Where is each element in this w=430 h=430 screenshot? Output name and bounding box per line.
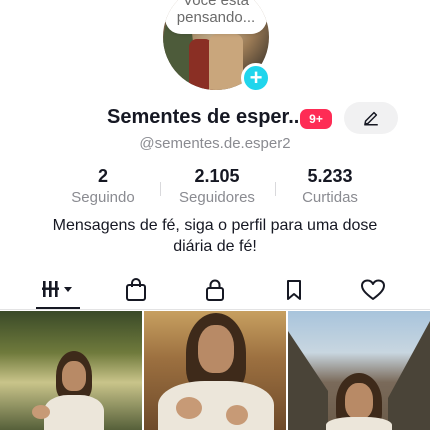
video-thumbnail-2[interactable] [144,311,286,430]
figure-robe [326,417,392,430]
stat-followers[interactable]: 2.105 Seguidores [172,166,262,206]
add-story-plus-icon[interactable]: + [241,63,271,93]
video-thumbnail-3[interactable] [288,311,430,430]
video-thumbnail-1[interactable] [0,311,142,430]
figure-hand [32,405,50,419]
stat-following[interactable]: 2 Seguindo [64,166,142,206]
figure-face [62,361,86,391]
figure-hand [176,397,202,419]
following-count: 2 [97,166,108,186]
figure-face [345,383,373,419]
figure-face [198,325,234,373]
avatar-thought-bubble: Você está pensando... [165,0,267,34]
figure-hand [226,405,248,425]
following-label: Seguindo [71,189,135,206]
profile-name: Sementes de esper... [107,106,305,128]
edit-profile-button[interactable] [344,102,398,134]
figure-robe [44,395,104,430]
profile-tabs [0,270,430,310]
likes-count: 5.233 [307,166,353,186]
stat-divider [160,182,161,196]
followers-label: Seguidores [179,189,255,206]
thought-line-2: pensando... [176,9,256,26]
tab-private[interactable] [195,275,235,305]
tab-saved[interactable] [274,275,314,305]
notification-badge[interactable]: 9+ [300,109,332,129]
video-grid [0,311,430,430]
heart-icon [361,279,385,300]
bio-line-1: Mensagens de fé, siga o perfil para uma … [52,217,378,234]
shopping-bag-icon [126,278,146,301]
videos-grid-icon [42,281,72,297]
tab-liked[interactable] [353,275,393,305]
stat-likes[interactable]: 5.233 Curtidas [292,166,368,206]
thought-line-1: Você está [183,0,249,9]
tab-videos[interactable] [38,275,78,305]
profile-bio: Mensagens de fé, siga o perfil para uma … [0,215,430,257]
tab-shop[interactable] [116,275,156,305]
bio-line-2: diária de fé! [173,238,257,255]
profile-handle: @sementes.de.esper2 [139,135,291,152]
mountain-right [388,321,430,430]
stat-divider [275,182,276,196]
avatar-robe-beige [209,34,243,90]
followers-count: 2.105 [194,166,240,186]
likes-label: Curtidas [302,189,358,206]
bookmark-icon [287,280,301,300]
pencil-icon [364,111,378,126]
lock-icon [206,279,224,301]
active-tab-indicator [36,307,80,309]
mountain-left [288,331,328,430]
